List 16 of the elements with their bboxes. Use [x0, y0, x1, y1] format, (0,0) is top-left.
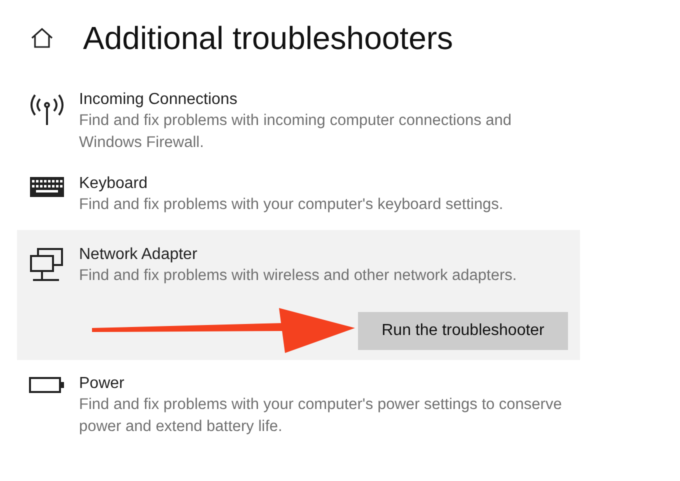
troubleshooter-name: Network Adapter [79, 245, 198, 265]
troubleshooter-description: Find and fix problems with your computer's keyboard settings. [79, 195, 504, 215]
troubleshooter-description: Find and fix problems with incoming computer connections and Windows Firewall. [79, 111, 513, 153]
troubleshooter-name: Power [79, 374, 126, 394]
selected-item-background[interactable]: Network Adapter Find and fix problems with wireless and other network adapters. Run the troubleshooter [17, 230, 580, 360]
run-button[interactable]: Run the troubleshooter [358, 312, 568, 350]
troubleshooter-description: Find and fix problems with your computer's power settings to conserve power and extend battery life. [79, 395, 563, 437]
network-icon [29, 247, 65, 283]
troubleshooter-name: Incoming Connections [79, 90, 238, 110]
troubleshooter-name: Keyboard [79, 174, 148, 194]
antenna-icon [29, 92, 65, 126]
home-icon[interactable] [31, 28, 53, 48]
battery-icon [29, 376, 65, 394]
troubleshooter-description: Find and fix problems with wireless and other network adapters. [79, 266, 517, 286]
page-title: Additional troubleshooters [83, 20, 454, 56]
keyboard-icon [29, 176, 65, 198]
